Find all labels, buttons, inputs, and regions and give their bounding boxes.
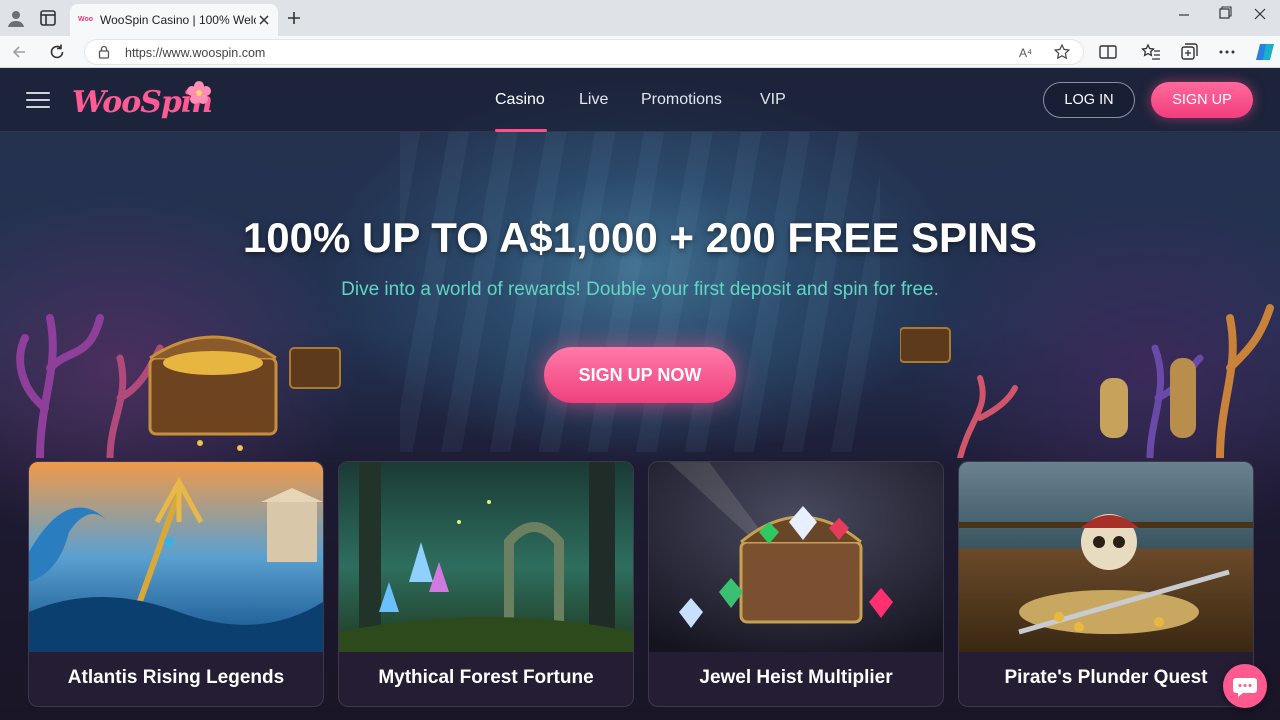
live-chat-button[interactable]	[1223, 664, 1267, 708]
nav-live[interactable]: Live	[579, 90, 608, 110]
game-card-jewel-heist[interactable]: Jewel Heist Multiplier	[648, 461, 944, 707]
tab-actions-icon[interactable]	[38, 8, 58, 28]
address-bar[interactable]: https://www.woospin.com A⁴	[84, 39, 1084, 65]
reload-icon[interactable]	[46, 41, 68, 63]
browser-tab-bar: Woo WooSpin Casino | 100% Welcome	[0, 0, 1280, 36]
game-title[interactable]: Atlantis Rising Legends	[29, 662, 323, 694]
favorites-icon[interactable]	[1140, 41, 1162, 63]
chat-bubble-icon	[1233, 678, 1257, 697]
split-screen-icon[interactable]	[1097, 41, 1119, 63]
favicon: Woo	[78, 16, 94, 23]
game-title[interactable]: Mythical Forest Fortune	[339, 662, 633, 694]
hamburger-menu-icon[interactable]	[26, 90, 52, 110]
nav-casino[interactable]: Casino	[495, 90, 545, 110]
browser-tab[interactable]: Woo WooSpin Casino | 100% Welcome	[70, 4, 278, 36]
sign-up-now-button[interactable]: SIGN UP NOW	[544, 347, 736, 403]
minimize-icon[interactable]	[1170, 4, 1198, 24]
new-tab-icon[interactable]	[284, 8, 304, 28]
mythical-forest-image[interactable]	[339, 462, 633, 652]
tab-title: WooSpin Casino | 100% Welcome	[100, 13, 256, 27]
profile-icon[interactable]	[6, 8, 26, 28]
close-tab-icon[interactable]	[256, 12, 272, 28]
collections-icon[interactable]	[1178, 41, 1200, 63]
copilot-icon[interactable]	[1254, 41, 1276, 63]
login-button[interactable]: LOG IN	[1043, 82, 1135, 118]
hero-subtitle: Dive into a world of rewards! Double you…	[341, 279, 939, 300]
signup-button[interactable]: SIGN UP	[1151, 82, 1253, 118]
site-header: WooSpin Casino Live Promotions VIP LOG I…	[0, 68, 1280, 132]
casino-page: WooSpin Casino Live Promotions VIP LOG I…	[0, 68, 1280, 720]
woospin-logo[interactable]: WooSpin	[70, 81, 220, 122]
atlantis-trident-image[interactable]	[29, 462, 323, 652]
nav-vip[interactable]: VIP	[760, 90, 786, 110]
game-card-atlantis[interactable]: Atlantis Rising Legends	[28, 461, 324, 707]
game-card-mythical-forest[interactable]: Mythical Forest Fortune	[338, 461, 634, 707]
active-nav-underline	[495, 129, 547, 132]
game-title[interactable]: Jewel Heist Multiplier	[649, 662, 943, 694]
hero-title: 100% UP TO A$1,000 + 200 FREE SPINS	[242, 214, 1038, 261]
back-icon[interactable]	[8, 41, 30, 63]
url-text[interactable]: https://www.woospin.com	[125, 45, 265, 61]
nav-promotions[interactable]: Promotions	[641, 90, 722, 110]
maximize-icon[interactable]	[1210, 4, 1238, 24]
pirates-plunder-image[interactable]	[959, 462, 1253, 652]
address-toolbar: https://www.woospin.com A⁴	[0, 36, 1280, 68]
jewel-heist-image[interactable]	[649, 462, 943, 652]
lock-icon[interactable]	[97, 45, 111, 59]
favorite-star-icon[interactable]	[1053, 43, 1071, 61]
read-aloud-icon[interactable]: A⁴	[1019, 44, 1037, 62]
game-title[interactable]: Pirate's Plunder Quest	[959, 662, 1253, 694]
flower-icon	[187, 81, 211, 104]
more-menu-icon[interactable]	[1216, 41, 1238, 63]
game-card-pirates-plunder[interactable]: Pirate's Plunder Quest	[958, 461, 1254, 707]
close-window-icon[interactable]	[1246, 4, 1274, 24]
